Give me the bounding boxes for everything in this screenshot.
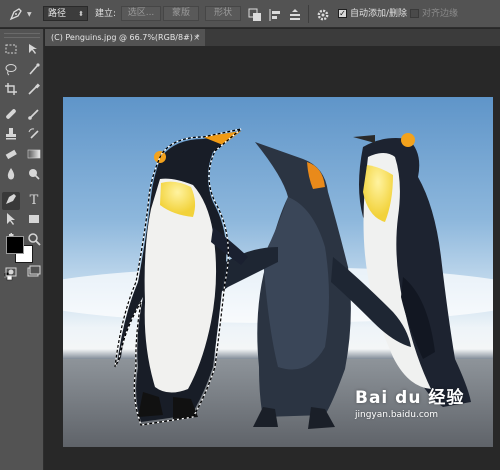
watermark-main-text: Bai du 经验 bbox=[355, 388, 465, 408]
rectangle-tool-icon[interactable] bbox=[25, 212, 43, 230]
quick-selection-tool-icon[interactable] bbox=[25, 62, 43, 80]
chevron-down-icon: ⬍ bbox=[78, 10, 84, 18]
mode-select[interactable]: 路径 ⬍ bbox=[43, 6, 88, 21]
type-tool-icon[interactable]: T bbox=[25, 192, 43, 210]
align-edges-checkbox[interactable] bbox=[410, 9, 419, 18]
marquee-tool-icon[interactable] bbox=[2, 42, 20, 60]
eraser-tool-icon[interactable] bbox=[2, 147, 20, 165]
path-alignment-icon[interactable] bbox=[268, 7, 282, 26]
foreground-color-swatch[interactable] bbox=[6, 236, 24, 254]
close-icon[interactable]: × bbox=[193, 29, 200, 46]
move-tool-icon[interactable] bbox=[25, 42, 43, 60]
lasso-tool-icon[interactable] bbox=[2, 62, 20, 80]
blur-tool-icon[interactable] bbox=[2, 167, 20, 185]
baidu-watermark: Bai du 经验 jingyan.baidu.com bbox=[355, 383, 464, 420]
mode-select-value: 路径 bbox=[48, 9, 67, 19]
align-edges-label: 对齐边缘 bbox=[422, 9, 459, 19]
clone-stamp-tool-icon[interactable] bbox=[2, 127, 20, 145]
document-tab-title: (C) Penguins.jpg @ 66.7%(RGB/8#) * bbox=[51, 33, 200, 42]
dodge-tool-icon[interactable] bbox=[25, 167, 43, 185]
make-selection-button[interactable]: 选区... bbox=[121, 6, 161, 21]
eyedropper-tool-icon[interactable] bbox=[25, 82, 43, 100]
watermark-url-text: jingyan.baidu.com bbox=[355, 410, 439, 420]
path-operations-icon[interactable] bbox=[248, 7, 262, 26]
make-label: 建立: bbox=[95, 9, 117, 19]
crop-tool-icon[interactable] bbox=[2, 82, 20, 100]
make-mask-button[interactable]: 蒙版 bbox=[163, 6, 199, 21]
brush-tool-icon[interactable] bbox=[25, 107, 43, 125]
path-arrangement-icon[interactable] bbox=[288, 7, 302, 26]
tools-panel: T bbox=[0, 29, 44, 470]
options-bar: ▼ 路径 ⬍ 建立: 选区... 蒙版 形状 ✓ 自动添加/删除 对齐边缘 bbox=[0, 0, 500, 28]
history-brush-tool-icon[interactable] bbox=[25, 127, 43, 145]
healing-brush-tool-icon[interactable] bbox=[2, 107, 20, 125]
document-tab[interactable]: (C) Penguins.jpg @ 66.7%(RGB/8#) * × bbox=[45, 29, 205, 46]
chevron-down-icon[interactable]: ▼ bbox=[27, 11, 32, 18]
document-tab-bar: (C) Penguins.jpg @ 66.7%(RGB/8#) * × bbox=[45, 29, 500, 46]
auto-add-delete-checkbox[interactable]: ✓ bbox=[338, 9, 347, 18]
pen-tool-icon[interactable] bbox=[2, 192, 20, 210]
color-swatches bbox=[5, 233, 35, 263]
separator bbox=[308, 5, 309, 23]
path-selection-tool-icon[interactable] bbox=[2, 212, 20, 230]
gradient-tool-icon[interactable] bbox=[25, 147, 43, 165]
make-shape-button[interactable]: 形状 bbox=[205, 6, 241, 21]
screen-mode-icon[interactable] bbox=[25, 265, 43, 283]
quick-mask-icon[interactable] bbox=[2, 265, 20, 283]
gear-icon[interactable] bbox=[316, 7, 330, 26]
panel-grip[interactable] bbox=[4, 33, 40, 38]
auto-add-delete-label: 自动添加/删除 bbox=[350, 9, 408, 19]
